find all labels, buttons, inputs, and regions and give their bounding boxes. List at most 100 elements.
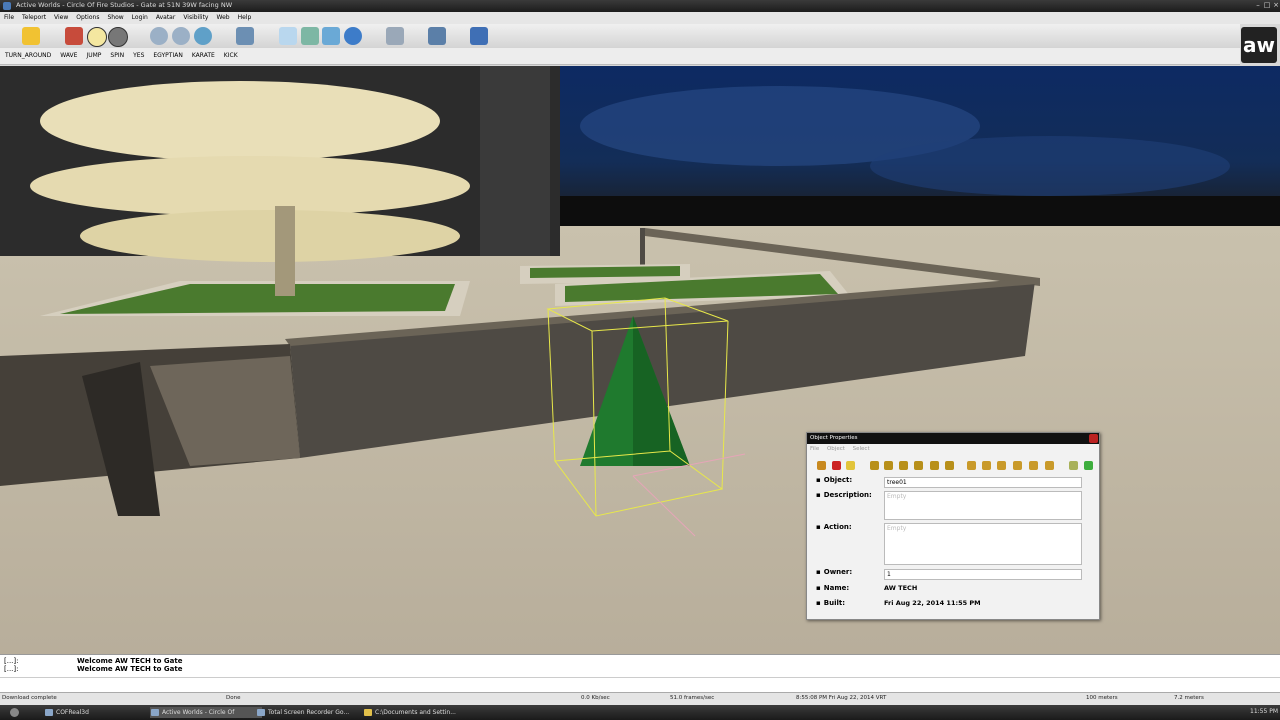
- move-north-icon[interactable]: [870, 461, 879, 470]
- status-download: Download complete: [2, 695, 57, 701]
- contacts-icon[interactable]: [301, 27, 319, 45]
- close-icon[interactable]: ×: [1272, 1, 1280, 9]
- gesture-button[interactable]: YES: [129, 48, 148, 64]
- owner-field[interactable]: 1: [884, 569, 1082, 580]
- object-name-field[interactable]: tree01: [884, 477, 1082, 488]
- chat-prefix: [...]:: [4, 657, 19, 665]
- lock-icon[interactable]: [1069, 461, 1078, 470]
- chat-message: Welcome AW TECH to Gate: [77, 665, 183, 673]
- action-field[interactable]: Empty: [884, 523, 1082, 565]
- menu-view[interactable]: View: [50, 12, 72, 24]
- tower-column: [480, 66, 550, 256]
- snap-icon[interactable]: [1013, 461, 1022, 470]
- build-icon[interactable]: [386, 27, 404, 45]
- gesture-button[interactable]: EGYPTIAN: [149, 48, 186, 64]
- menu-web[interactable]: Web: [212, 12, 233, 24]
- tree-canopy: [80, 210, 460, 262]
- gesture-button[interactable]: KICK: [220, 48, 242, 64]
- help-icon[interactable]: [470, 27, 488, 45]
- move-west-icon[interactable]: [899, 461, 908, 470]
- save-icon[interactable]: [1084, 461, 1093, 470]
- status-distance: 100 meters: [1086, 695, 1118, 701]
- gesture-button[interactable]: TURN_AROUND: [1, 48, 55, 64]
- description-label: Description:: [816, 491, 872, 499]
- gesture-button[interactable]: WAVE: [56, 48, 81, 64]
- status-bar: Download complete Done 0.0 Kb/sec 51.0 f…: [0, 692, 1280, 705]
- copy-icon[interactable]: [846, 461, 855, 470]
- start-icon[interactable]: [10, 708, 19, 717]
- status-altitude: 7.2 meters: [1174, 695, 1204, 701]
- menu-bar: File Teleport View Options Show Login Avatar Vi…: [0, 12, 1280, 24]
- status-time: 8:55:08 PM Fri Aug 22, 2014 VRT: [796, 695, 887, 701]
- built-label: Built:: [816, 599, 845, 607]
- status-rate: 0.0 Kb/sec: [581, 695, 610, 701]
- object-label: Object:: [816, 476, 852, 484]
- name-value: AW TECH: [884, 584, 918, 592]
- gestures-icon[interactable]: [236, 27, 254, 45]
- delete-icon[interactable]: [832, 461, 841, 470]
- folder-icon: [364, 709, 372, 716]
- planter-grass: [530, 266, 680, 278]
- rotate-left-icon[interactable]: [967, 461, 976, 470]
- home-icon[interactable]: [65, 27, 83, 45]
- maximize-icon[interactable]: □: [1263, 1, 1271, 9]
- move-east-icon[interactable]: [914, 461, 923, 470]
- menu-file[interactable]: File: [0, 12, 18, 24]
- forward-icon[interactable]: [172, 27, 190, 45]
- menu-visibility[interactable]: Visibility: [179, 12, 212, 24]
- taskbar-item[interactable]: Total Screen Recorder Go...: [256, 707, 368, 718]
- taskbar-item[interactable]: COFReal3d: [44, 707, 156, 718]
- refresh-icon[interactable]: [194, 27, 212, 45]
- menu-show[interactable]: Show: [103, 12, 127, 24]
- minimize-icon[interactable]: –: [1254, 1, 1262, 9]
- move-up-icon[interactable]: [930, 461, 939, 470]
- search-icon[interactable]: [1045, 461, 1054, 470]
- menu-options[interactable]: Options: [72, 12, 103, 24]
- menu-help[interactable]: Help: [234, 12, 256, 24]
- toolbar: [0, 24, 1240, 49]
- taskbar-item-label: Total Screen Recorder Go...: [268, 709, 350, 716]
- gesture-bar: TURN_AROUND WAVE JUMP SPIN YES EGYPTIAN KARATE…: [0, 48, 1240, 65]
- taskbar-item[interactable]: C:\Documents and Settin...: [363, 707, 475, 718]
- world-icon[interactable]: [344, 27, 362, 45]
- camera-icon[interactable]: [428, 27, 446, 45]
- name-label: Name:: [816, 584, 849, 592]
- chat-prefix: [...]:: [4, 665, 19, 673]
- title-bar: Active Worlds - Circle Of Fire Studios -…: [0, 0, 1280, 12]
- move-south-icon[interactable]: [884, 461, 893, 470]
- chat-message: Welcome AW TECH to Gate: [77, 657, 183, 665]
- menu-avatar[interactable]: Avatar: [152, 12, 179, 24]
- close-icon[interactable]: [1089, 434, 1098, 443]
- tilt-icon[interactable]: [997, 461, 1006, 470]
- tree-trunk: [275, 206, 295, 296]
- menu-teleport[interactable]: Teleport: [18, 12, 50, 24]
- users-icon[interactable]: [322, 27, 340, 45]
- dialog-menu-object[interactable]: Object: [827, 446, 845, 452]
- third-person-view-icon[interactable]: [108, 27, 128, 47]
- menu-login[interactable]: Login: [128, 12, 152, 24]
- window-icon: [151, 709, 159, 716]
- chat-log[interactable]: [...]: Welcome AW TECH to Gate [...]: We…: [0, 654, 1280, 695]
- duplicate-icon[interactable]: [1029, 461, 1038, 470]
- taskbar-item[interactable]: Active Worlds - Circle Of: [150, 707, 262, 718]
- telegram-icon[interactable]: [279, 27, 297, 45]
- dialog-menu-file[interactable]: File: [810, 446, 819, 452]
- move-down-icon[interactable]: [945, 461, 954, 470]
- tree-canopy: [30, 156, 470, 216]
- gesture-button[interactable]: JUMP: [82, 48, 105, 64]
- undo-icon[interactable]: [817, 461, 826, 470]
- taskbar-item-label: Active Worlds - Circle Of: [162, 709, 235, 716]
- chat-input[interactable]: [0, 677, 1280, 692]
- dialog-menu-select[interactable]: Select: [853, 446, 870, 452]
- rotate-right-icon[interactable]: [982, 461, 991, 470]
- taskbar: COFReal3d Active Worlds - Circle Of Tota…: [0, 705, 1280, 720]
- folder-icon[interactable]: [22, 27, 40, 45]
- owner-label: Owner:: [816, 568, 852, 576]
- gesture-button[interactable]: SPIN: [106, 48, 128, 64]
- description-field[interactable]: Empty: [884, 491, 1082, 520]
- back-icon[interactable]: [150, 27, 168, 45]
- cloud: [870, 136, 1230, 196]
- taskbar-clock: 11:55 PM: [1250, 708, 1278, 715]
- first-person-view-icon[interactable]: [87, 27, 107, 47]
- gesture-button[interactable]: KARATE: [188, 48, 219, 64]
